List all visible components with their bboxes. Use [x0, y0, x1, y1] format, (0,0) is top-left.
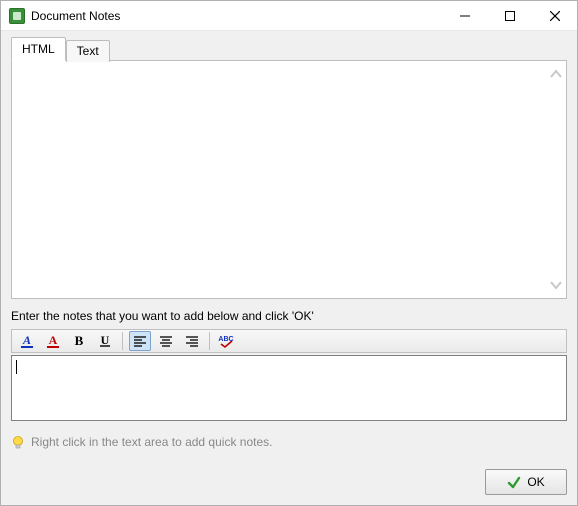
- minimize-icon: [460, 11, 470, 21]
- font-color-button[interactable]: A: [42, 331, 64, 351]
- notes-view[interactable]: [11, 60, 567, 299]
- close-button[interactable]: [532, 1, 577, 30]
- underline-button[interactable]: U: [94, 331, 116, 351]
- bold-button[interactable]: B: [68, 331, 90, 351]
- underline-text-button[interactable]: A: [16, 331, 38, 351]
- tab-html-label: HTML: [22, 42, 55, 56]
- align-center-icon: [158, 333, 174, 349]
- ok-button-label: OK: [527, 475, 544, 489]
- maximize-button[interactable]: [487, 1, 532, 30]
- toolbar-separator-1: [122, 332, 123, 350]
- underline-a-icon: A: [19, 333, 35, 349]
- notes-editor[interactable]: [11, 355, 567, 421]
- ok-button[interactable]: OK: [485, 469, 567, 495]
- client-area: HTML Text Enter the notes that you want …: [1, 31, 577, 505]
- existing-notes-pane: HTML Text: [11, 39, 567, 299]
- prompt-label: Enter the notes that you want to add bel…: [11, 309, 567, 323]
- window: Document Notes HTML Text: [0, 0, 578, 506]
- bold-icon: B: [71, 333, 87, 349]
- button-row: OK: [11, 459, 567, 495]
- window-title: Document Notes: [31, 9, 120, 23]
- lightbulb-icon: [11, 435, 25, 449]
- editor-toolbar: A A B U: [11, 329, 567, 353]
- text-caret: [16, 360, 17, 374]
- align-left-button[interactable]: [129, 331, 151, 351]
- svg-text:B: B: [75, 333, 84, 348]
- spellcheck-button[interactable]: ABC: [216, 331, 238, 351]
- tab-text-label: Text: [77, 44, 99, 58]
- svg-text:A: A: [49, 333, 58, 347]
- titlebar[interactable]: Document Notes: [1, 1, 577, 31]
- align-left-icon: [132, 333, 148, 349]
- maximize-icon: [505, 11, 515, 21]
- font-color-icon: A: [45, 333, 61, 349]
- svg-text:U: U: [101, 333, 110, 347]
- scroll-up-icon[interactable]: [549, 65, 563, 83]
- minimize-button[interactable]: [442, 1, 487, 30]
- align-center-button[interactable]: [155, 331, 177, 351]
- align-right-icon: [184, 333, 200, 349]
- window-controls: [442, 1, 577, 30]
- close-icon: [550, 11, 560, 21]
- app-icon: [9, 8, 25, 24]
- tabs-row: HTML Text: [11, 39, 567, 61]
- underline-icon: U: [97, 333, 113, 349]
- toolbar-separator-2: [209, 332, 210, 350]
- editor-pane: A A B U: [11, 329, 567, 421]
- scroll-down-icon[interactable]: [549, 276, 563, 294]
- spellcheck-icon: ABC: [217, 333, 237, 349]
- svg-text:A: A: [22, 333, 31, 347]
- tab-html[interactable]: HTML: [11, 37, 66, 61]
- tab-text[interactable]: Text: [66, 40, 110, 62]
- hint-row: Right click in the text area to add quic…: [11, 435, 567, 449]
- hint-text: Right click in the text area to add quic…: [31, 435, 272, 449]
- check-icon: [507, 475, 521, 489]
- align-right-button[interactable]: [181, 331, 203, 351]
